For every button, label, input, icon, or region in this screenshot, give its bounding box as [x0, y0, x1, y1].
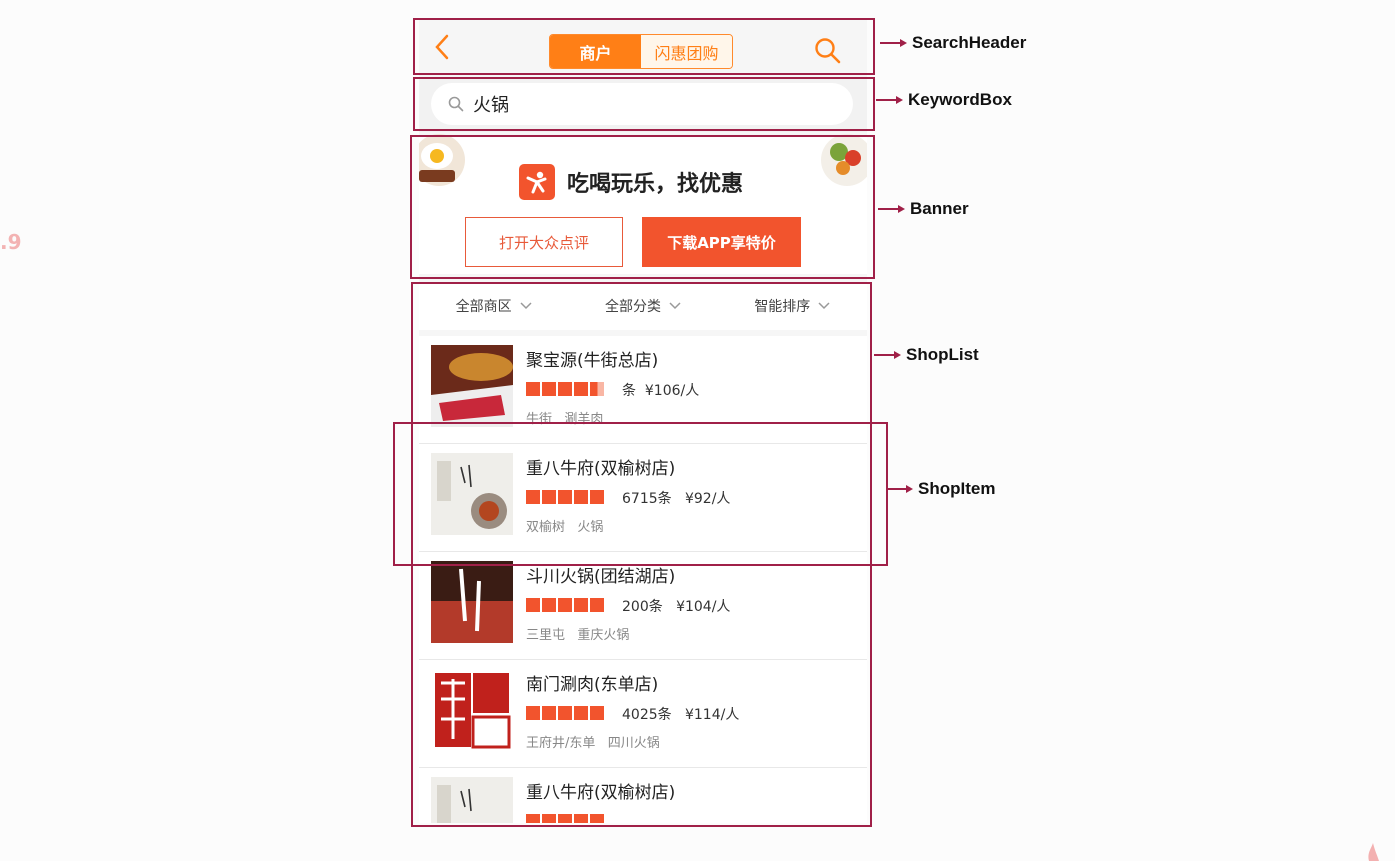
arrow-icon [878, 205, 905, 213]
arrow-icon [874, 351, 901, 359]
arrow-icon [886, 485, 913, 493]
annotation-keyword-box: KeywordBox [876, 90, 1012, 110]
flame-icon [1368, 843, 1379, 861]
arrow-icon [876, 96, 903, 104]
annotation-label: SearchHeader [912, 33, 1027, 52]
annotation-search-header: SearchHeader [880, 33, 1026, 53]
keyword-box-frame [413, 77, 875, 131]
annotation-label: ShopItem [918, 479, 996, 498]
search-header-frame [413, 18, 875, 75]
annotation-label: KeywordBox [908, 90, 1012, 109]
annotation-label: Banner [910, 199, 969, 218]
annotation-label: ShopList [906, 345, 979, 364]
shop-item-frame [393, 422, 888, 566]
annotation-shop-item: ShopItem [886, 479, 995, 499]
annotation-banner: Banner [878, 199, 969, 219]
banner-frame [410, 135, 875, 279]
annotation-shop-list: ShopList [874, 345, 979, 365]
side-number: .9 [0, 230, 22, 254]
arrow-icon [880, 39, 907, 47]
